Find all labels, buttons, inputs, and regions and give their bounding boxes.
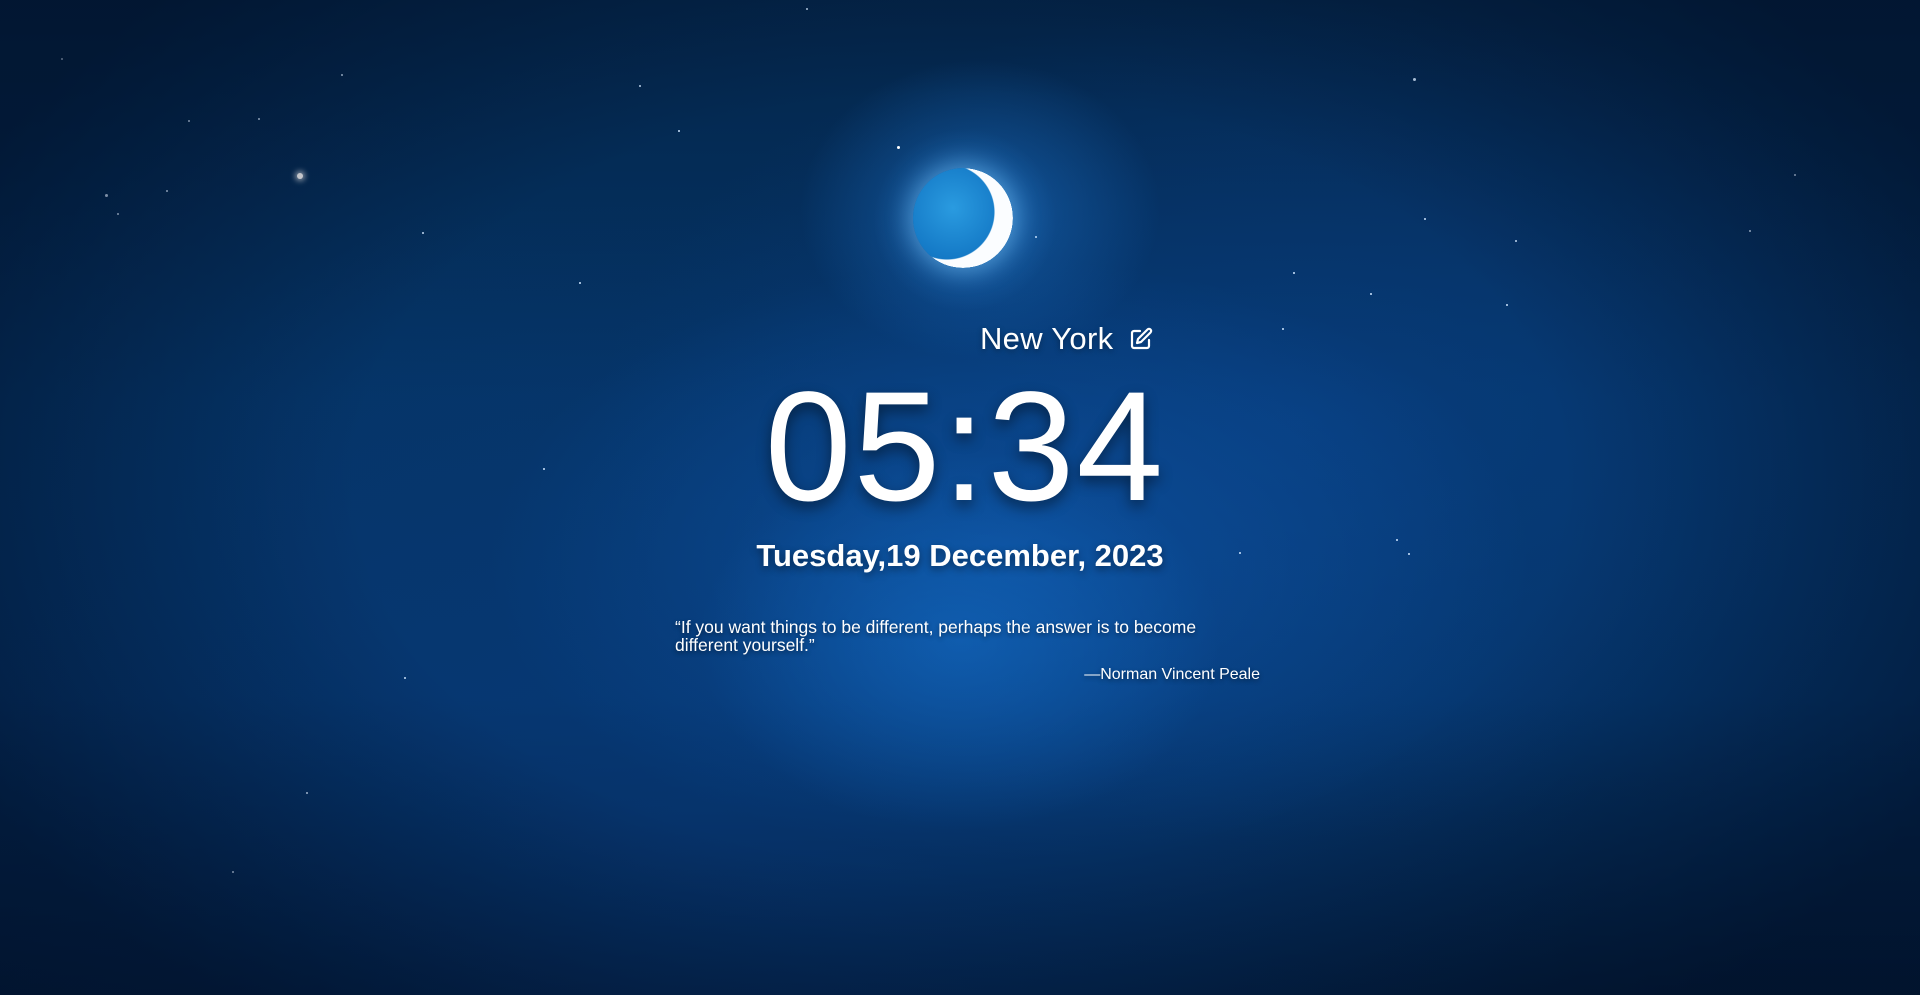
clock-widget: New York 05:34 Tuesday,19 December, 2023…: [0, 0, 1920, 995]
edit-location-button[interactable]: [1127, 325, 1155, 353]
clock-time: 05:34: [764, 360, 1166, 534]
quote-text: “If you want things to be different, per…: [675, 617, 1197, 655]
quote-block: “If you want things to be different, per…: [675, 618, 1260, 684]
location-row: New York: [980, 318, 1155, 360]
location-name: New York: [980, 321, 1114, 356]
clock-date: Tuesday,19 December, 2023: [756, 538, 1164, 573]
edit-icon: [1131, 327, 1153, 350]
quote-author: —Norman Vincent Peale: [1084, 666, 1260, 683]
